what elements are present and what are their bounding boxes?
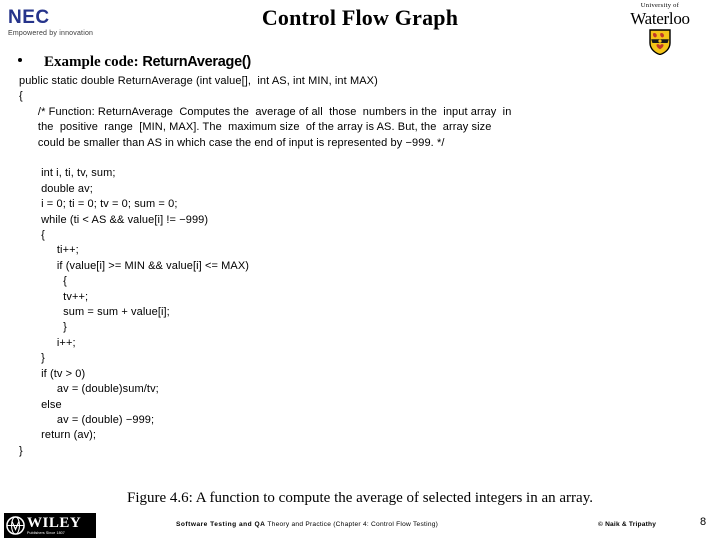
nec-tagline: Empowered by innovation bbox=[8, 30, 94, 37]
code-line: while (ti < AS && value[i] != −999) bbox=[19, 213, 209, 226]
code-line: i = 0; ti = 0; tv = 0; sum = 0; bbox=[19, 198, 178, 211]
code-line: else bbox=[19, 398, 62, 411]
code-line: could be smaller than AS in which case t… bbox=[19, 136, 445, 149]
code-line: double av; bbox=[19, 182, 93, 195]
code-line: return (av); bbox=[19, 429, 97, 442]
waterloo-wordmark: Waterloo bbox=[630, 9, 690, 28]
code-line: } bbox=[19, 352, 45, 365]
code-line: av = (double) −999; bbox=[19, 413, 155, 426]
code-line: public static double ReturnAverage (int … bbox=[19, 75, 378, 87]
wiley-tagline: Publishers Since 1807 bbox=[27, 530, 65, 535]
bullet-function-name: ReturnAverage() bbox=[142, 54, 251, 70]
figure-caption: Figure 4.6: A function to compute the av… bbox=[127, 490, 593, 506]
code-line: if (value[i] >= MIN && value[i] <= MAX) bbox=[19, 259, 250, 272]
bullet-dot-icon bbox=[18, 58, 22, 62]
code-line: i++; bbox=[19, 336, 76, 349]
footer-book-title: Software Testing and QA bbox=[176, 521, 266, 528]
code-line: { bbox=[19, 90, 23, 103]
code-line: the positive range [MIN, MAX]. The maxim… bbox=[19, 121, 492, 134]
bullet-label-text: Example code: bbox=[44, 54, 139, 70]
wiley-wordmark: WILEY bbox=[27, 514, 82, 531]
footer-book-subtitle: Theory and Practice (Chapter 4: Control … bbox=[265, 521, 439, 528]
wiley-logo: WILEY Publishers Since 1807 bbox=[4, 513, 96, 538]
code-line: } bbox=[19, 321, 67, 334]
footer-copyright: © Naik & Tripathy bbox=[598, 521, 657, 528]
wiley-text: WILEY Publishers Since 1807 bbox=[27, 514, 82, 536]
waterloo-shield-icon bbox=[608, 29, 712, 56]
bullet-label: Example code: ReturnAverage() bbox=[44, 54, 251, 71]
code-line: ti++; bbox=[19, 244, 79, 257]
university-of-waterloo-logo: University of Waterloo bbox=[608, 2, 712, 56]
code-line: /* Function: ReturnAverage Computes the … bbox=[19, 105, 512, 118]
code-line: } bbox=[19, 444, 23, 457]
code-line: av = (double)sum/tv; bbox=[19, 383, 159, 396]
wiley-globe-icon bbox=[6, 516, 25, 535]
code-line: if (tv > 0) bbox=[19, 367, 86, 380]
code-line: sum = sum + value[i]; bbox=[19, 306, 170, 319]
code-line: { bbox=[19, 275, 67, 288]
bullet-row: Example code: ReturnAverage() bbox=[18, 54, 251, 71]
code-line: int i, ti, tv, sum; bbox=[19, 167, 116, 180]
footer-book-reference: Software Testing and QA Theory and Pract… bbox=[176, 521, 438, 528]
page-number: 8 bbox=[700, 516, 707, 528]
code-line: { bbox=[19, 229, 45, 242]
code-line: tv++; bbox=[19, 290, 89, 303]
code-listing: public static double ReturnAverage (int … bbox=[19, 74, 709, 459]
